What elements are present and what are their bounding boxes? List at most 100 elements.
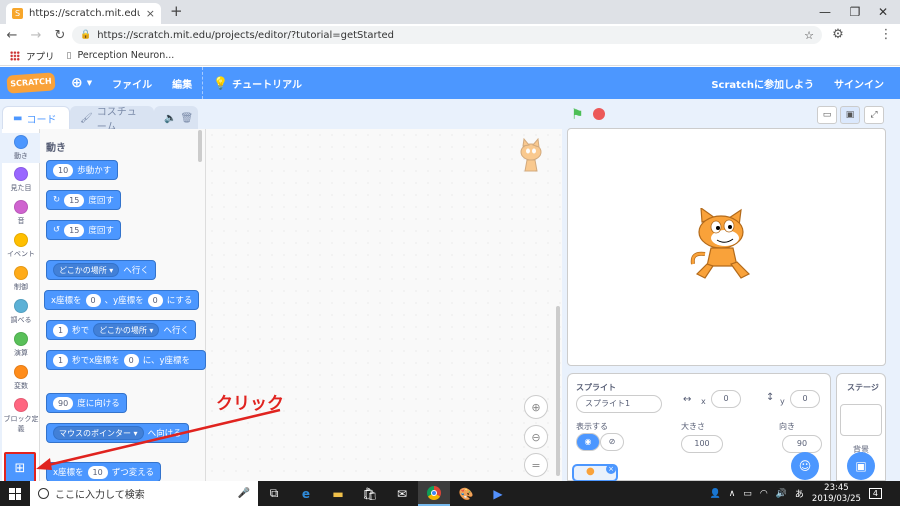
close-window-button[interactable]: ✕ <box>868 2 898 22</box>
block-goto[interactable]: どこかの場所 ▾ へ行く <box>46 260 156 280</box>
task-view-icon[interactable]: ⧉ <box>258 481 290 506</box>
sprite-thumbnail[interactable]: ● × <box>572 464 618 482</box>
scratch-menu-bar: SCRATCH ⊕ ▼ ファイル 編集 💡 チュートリアル Scratchに参加… <box>0 67 900 99</box>
show-visible-button[interactable]: ◉ <box>576 433 600 451</box>
minimize-button[interactable]: — <box>810 2 840 22</box>
size-input[interactable]: 100 <box>681 435 723 453</box>
block-glide-xy[interactable]: 1 秒でx座標を 0 に、y座標を <box>46 350 206 370</box>
tab-sound[interactable]: 🔈 🗑 <box>154 106 198 130</box>
fullscreen-button[interactable]: ⤢ <box>864 106 884 124</box>
chrome-icon[interactable] <box>418 481 450 506</box>
edge-icon[interactable]: e <box>290 481 322 506</box>
hide-button[interactable]: ⊘ <box>600 433 624 451</box>
chevron-down-icon: ▼ <box>86 79 93 87</box>
palette-scrollbar[interactable] <box>198 130 202 162</box>
script-scrollbar[interactable] <box>556 306 560 476</box>
bookmark-apps[interactable]: アプリ <box>26 49 55 63</box>
tutorials-menu[interactable]: 💡 チュートリアル <box>203 67 312 99</box>
volume-icon[interactable]: 🔊 <box>776 489 787 499</box>
browser-tab[interactable]: S https://scratch.mit.edu/projects/e × <box>6 3 161 24</box>
zoom-out-button[interactable]: ⊖ <box>524 425 548 449</box>
block-input[interactable]: 0 <box>147 293 163 307</box>
back-arrow-icon[interactable]: ← <box>0 28 24 43</box>
taskbar-search[interactable]: ここに入力して検索 🎤 <box>30 481 258 506</box>
battery-icon[interactable]: ▭ <box>743 489 752 499</box>
clock[interactable]: 23:45 2019/03/25 <box>812 483 861 505</box>
reload-icon[interactable]: ↻ <box>48 28 72 43</box>
notification-icon[interactable]: 4 <box>868 488 882 499</box>
choose-backdrop-button[interactable]: ▣ <box>847 452 875 480</box>
address-bar[interactable]: 🔒 https://scratch.mit.edu/projects/edito… <box>72 26 822 44</box>
backdrop-thumbnail[interactable] <box>840 404 882 436</box>
microphone-icon[interactable]: 🎤 <box>238 488 250 499</box>
green-flag-icon[interactable]: ⚑ <box>571 107 584 123</box>
category-events[interactable]: イベント <box>2 233 40 259</box>
tab-code[interactable]: ▬ コード <box>2 106 70 130</box>
signin-link[interactable]: サインイン <box>824 67 894 99</box>
start-button[interactable] <box>0 481 30 506</box>
category-label: 見た目 <box>10 184 32 192</box>
block-input[interactable]: 1 <box>53 353 69 367</box>
extension-icon[interactable]: ⚙ <box>826 27 850 42</box>
zoom-in-button[interactable]: ⊕ <box>524 395 548 419</box>
direction-input[interactable]: 90 <box>782 435 822 453</box>
block-text: 歩動かす <box>77 166 112 176</box>
apps-grid-icon[interactable] <box>10 50 20 61</box>
block-input[interactable]: 0 <box>85 293 101 307</box>
block-move-steps[interactable]: 10 歩動かす <box>46 160 119 180</box>
store-icon[interactable]: 🛍 <box>354 481 386 506</box>
edit-menu[interactable]: 編集 <box>162 67 202 99</box>
block-glide[interactable]: 1 秒で どこかの場所 ▾ へ行く <box>46 320 196 340</box>
y-arrows-icon: ↕ <box>766 392 775 403</box>
tab-costume[interactable]: 🖌 コスチューム <box>70 106 154 133</box>
file-explorer-icon[interactable]: ▬ <box>322 481 354 506</box>
block-input[interactable]: 10 <box>53 163 74 177</box>
powershell-icon[interactable]: ▶ <box>482 481 514 506</box>
bookmark-perception[interactable]: Perception Neuron... <box>77 50 174 61</box>
tab-close-icon[interactable]: × <box>146 7 155 20</box>
category-looks[interactable]: 見た目 <box>2 167 40 193</box>
ime-icon[interactable]: あ <box>795 487 804 500</box>
category-motion[interactable]: 動き <box>2 133 40 163</box>
block-dropdown[interactable]: どこかの場所 ▾ <box>53 263 120 277</box>
stop-button[interactable] <box>593 108 605 120</box>
block-goto-xy[interactable]: x座標を 0 、y座標を 0 にする <box>44 290 200 310</box>
category-control[interactable]: 制御 <box>2 266 40 292</box>
category-sound[interactable]: 音 <box>2 200 40 226</box>
zoom-reset-button[interactable]: = <box>524 453 548 477</box>
block-input[interactable]: 0 <box>123 353 139 367</box>
block-dropdown[interactable]: どこかの場所 ▾ <box>93 323 160 337</box>
scratch-logo[interactable]: SCRATCH <box>6 72 56 94</box>
paint-app-icon[interactable]: 🎨 <box>450 481 482 506</box>
category-label: 制御 <box>14 283 28 291</box>
restore-button[interactable]: ❐ <box>840 2 870 22</box>
join-scratch-link[interactable]: Scratchに参加しよう <box>701 67 824 99</box>
chevron-up-icon[interactable]: ∧ <box>729 489 736 499</box>
category-sensing[interactable]: 調べる <box>2 299 40 325</box>
person-icon[interactable]: 👤 <box>709 489 720 499</box>
menu-kebab-icon[interactable]: ⋮ <box>874 27 898 42</box>
block-input[interactable]: 15 <box>64 193 85 207</box>
language-menu[interactable]: ⊕ ▼ <box>61 67 102 99</box>
category-operators[interactable]: 演算 <box>2 332 40 358</box>
block-input[interactable]: 15 <box>64 223 85 237</box>
new-tab-button[interactable]: + <box>170 2 183 20</box>
choose-sprite-button[interactable]: ☺ <box>791 452 819 480</box>
mail-icon[interactable]: ✉ <box>386 481 418 506</box>
sprite-name-input[interactable]: スプライト1 <box>576 395 662 413</box>
y-input[interactable]: 0 <box>790 390 820 408</box>
sprite-cat-icon[interactable] <box>687 208 759 286</box>
bookmark-star-icon[interactable]: ☆ <box>804 29 814 42</box>
delete-sprite-icon[interactable]: × <box>606 464 616 474</box>
normal-stage-button[interactable]: ▣ <box>840 106 860 124</box>
forward-arrow-icon[interactable]: → <box>24 28 48 43</box>
sprite-thumbnail-cat-icon <box>520 138 542 172</box>
small-stage-button[interactable]: ▭ <box>817 106 837 124</box>
category-variables[interactable]: 変数 <box>2 365 40 391</box>
x-input[interactable]: 0 <box>711 390 741 408</box>
block-turn-left[interactable]: ↺ 15 度回す <box>46 220 121 240</box>
block-turn-right[interactable]: ↻ 15 度回す <box>46 190 121 210</box>
file-menu[interactable]: ファイル <box>102 67 162 99</box>
block-input[interactable]: 1 <box>53 323 69 337</box>
wifi-icon[interactable]: ◠ <box>760 489 768 499</box>
